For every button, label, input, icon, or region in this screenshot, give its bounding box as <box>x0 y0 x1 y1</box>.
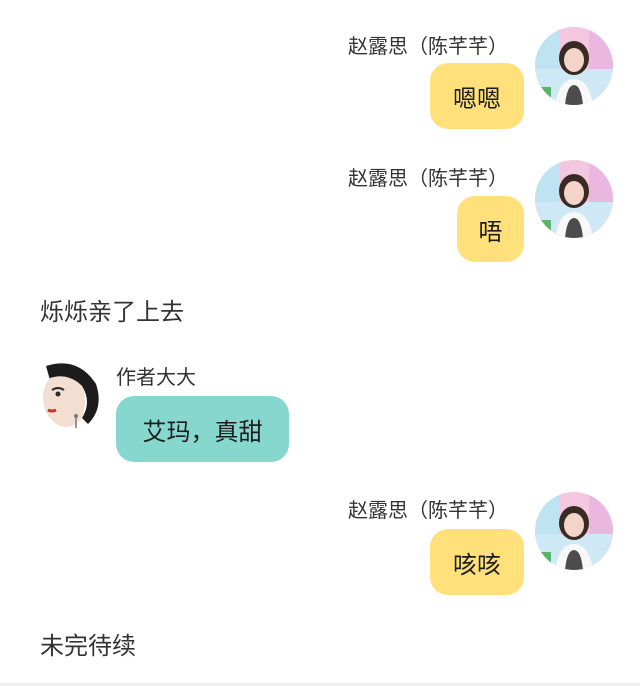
sender-name: 赵露思（陈芊芊） <box>348 166 508 190</box>
message-bubble[interactable]: 艾玛，真甜 <box>116 396 289 462</box>
sender-name: 赵露思（陈芊芊） <box>348 498 508 522</box>
message-bubble[interactable]: 嗯嗯 <box>430 63 524 129</box>
avatar-zhao-lusi-icon[interactable] <box>535 160 613 238</box>
sender-name: 赵露思（陈芊芊） <box>348 34 508 58</box>
avatar-zhao-lusi-icon[interactable] <box>535 27 613 105</box>
message-bubble[interactable]: 唔 <box>457 196 524 262</box>
avatar-author-icon[interactable] <box>26 360 104 438</box>
avatar-zhao-lusi-icon[interactable] <box>535 492 613 570</box>
narration-text: 未完待续 <box>40 632 136 660</box>
narration-text: 烁烁亲了上去 <box>40 298 184 326</box>
message-bubble[interactable]: 咳咳 <box>430 529 524 595</box>
sender-name: 作者大大 <box>116 365 196 389</box>
